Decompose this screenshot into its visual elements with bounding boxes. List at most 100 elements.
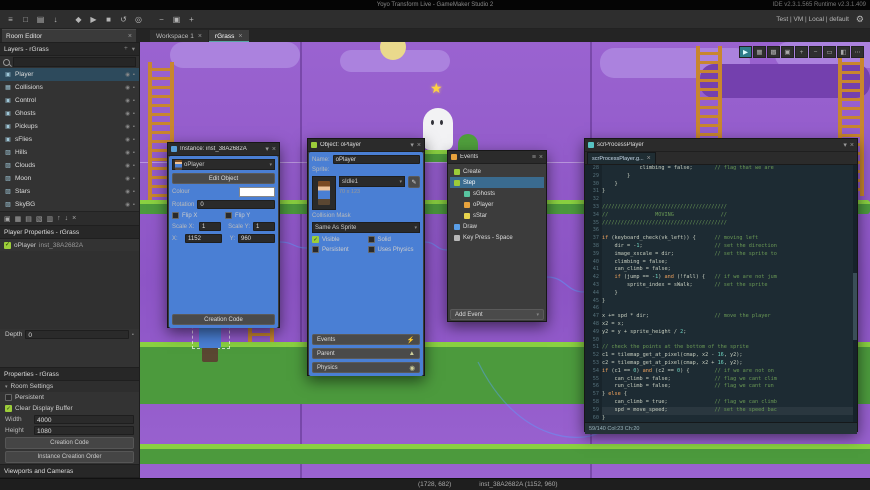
- object-panel-header[interactable]: Object: oPlayer ▾ ×: [308, 139, 424, 152]
- zoom-out-icon[interactable]: −: [809, 46, 822, 58]
- event-item-sghosts[interactable]: sGhosts: [450, 188, 544, 199]
- parent-button[interactable]: Parent ▲: [312, 348, 420, 359]
- visibility-eye-icon[interactable]: ◉: [125, 202, 130, 208]
- grid-icon[interactable]: ▦: [753, 46, 766, 58]
- visibility-eye-icon[interactable]: ◉: [125, 98, 130, 104]
- snap-grid-icon[interactable]: ▩: [767, 46, 780, 58]
- lock-icon[interactable]: ▪: [133, 98, 135, 104]
- solid-checkbox[interactable]: [367, 236, 375, 243]
- edit-object-button[interactable]: Edit Object: [172, 173, 275, 184]
- lock-icon[interactable]: ▪: [133, 111, 135, 117]
- persistent-checkbox[interactable]: [312, 246, 319, 253]
- lock-icon[interactable]: ▪: [133, 163, 135, 169]
- chevron-down-icon[interactable]: ▾: [132, 45, 135, 53]
- event-item-create[interactable]: Create: [450, 166, 544, 177]
- list-icon[interactable]: ≡: [532, 154, 536, 161]
- new-project-icon[interactable]: □: [19, 13, 32, 26]
- close-icon[interactable]: ×: [272, 146, 276, 153]
- visibility-eye-icon[interactable]: ◉: [125, 176, 130, 182]
- sprite-select[interactable]: sIdle1 ▾: [339, 176, 405, 187]
- run-icon[interactable]: ▶: [87, 13, 100, 26]
- physics-button[interactable]: Physics ◉: [312, 362, 420, 373]
- height-field[interactable]: 1080: [34, 426, 134, 435]
- event-item-draw[interactable]: Draw: [450, 221, 544, 232]
- persistent-checkbox[interactable]: [5, 394, 12, 401]
- lock-icon[interactable]: ▪: [133, 176, 135, 182]
- object-name-field[interactable]: oPlayer: [332, 155, 420, 164]
- lock-icon[interactable]: ▪: [133, 150, 135, 156]
- layer-row-clouds[interactable]: ▨ Clouds ◉ ▪: [0, 159, 139, 172]
- visibility-eye-icon[interactable]: ◉: [125, 124, 130, 130]
- event-item-key-press-space[interactable]: Key Press - Space: [450, 232, 544, 243]
- instance-list-item[interactable]: ✓ oPlayer inst_38A2682A: [0, 239, 139, 251]
- zoom-in-icon[interactable]: +: [795, 46, 808, 58]
- x-field[interactable]: 1152: [185, 234, 222, 243]
- add-layer-icon[interactable]: +: [124, 45, 128, 53]
- width-field[interactable]: 4000: [34, 415, 134, 424]
- visibility-eye-icon[interactable]: ◉: [125, 189, 130, 195]
- menu-icon[interactable]: ≡: [4, 13, 17, 26]
- edit-sprite-button[interactable]: ✎: [408, 176, 420, 188]
- lock-icon[interactable]: ▪: [133, 72, 135, 78]
- split-view-icon[interactable]: ◧: [837, 46, 850, 58]
- ghost-sprite[interactable]: [423, 108, 453, 150]
- open-project-icon[interactable]: ▤: [34, 13, 47, 26]
- y-field[interactable]: 960: [238, 234, 275, 243]
- layer-search-input[interactable]: [13, 57, 136, 67]
- layer-row-player[interactable]: ▣ Player ◉ ▪: [0, 68, 139, 81]
- lock-icon[interactable]: ▪: [133, 189, 135, 195]
- zoom-in-icon[interactable]: +: [185, 13, 198, 26]
- layer-row-ghosts[interactable]: ▣ Ghosts ◉ ▪: [0, 107, 139, 120]
- pin-icon[interactable]: ▾: [843, 141, 847, 149]
- event-item-step[interactable]: Step: [450, 177, 544, 188]
- lock-icon[interactable]: ▪: [133, 85, 135, 91]
- scrollbar-thumb[interactable]: [853, 272, 857, 340]
- rotation-field[interactable]: 0: [197, 200, 275, 209]
- tab-room-editor[interactable]: Room Editor ×: [2, 29, 136, 43]
- settings-gear-icon[interactable]: ⚙: [856, 14, 864, 25]
- star-sprite[interactable]: ★: [430, 80, 443, 97]
- event-item-sstar[interactable]: sStar: [450, 210, 544, 221]
- close-icon[interactable]: ×: [128, 33, 132, 40]
- colour-swatch[interactable]: [239, 187, 275, 197]
- visible-checkbox[interactable]: ✓: [312, 236, 319, 243]
- layer-row-pickups[interactable]: ▣ Pickups ◉ ▪: [0, 120, 139, 133]
- close-icon[interactable]: ×: [539, 154, 543, 161]
- uses-physics-checkbox[interactable]: [367, 246, 375, 253]
- depth-field[interactable]: 0: [25, 330, 130, 339]
- object-select[interactable]: oPlayer ▾: [172, 159, 275, 170]
- instance-creation-order-button[interactable]: Instance Creation Order: [5, 451, 134, 463]
- instance-panel-header[interactable]: Instance: inst_38A2682A ▾ ×: [168, 143, 279, 156]
- scale-x-field[interactable]: 1: [199, 222, 221, 231]
- visibility-eye-icon[interactable]: ◉: [125, 163, 130, 169]
- flip-y-checkbox[interactable]: [225, 212, 232, 219]
- layer-view-icon[interactable]: ▣: [781, 46, 794, 58]
- visibility-eye-icon[interactable]: ◉: [125, 111, 130, 117]
- target-icon[interactable]: ◎: [132, 13, 145, 26]
- instance-creation-code-button[interactable]: Creation Code: [172, 314, 275, 325]
- zoom-reset-icon[interactable]: ▣: [170, 13, 183, 26]
- lock-icon[interactable]: ▪: [133, 137, 135, 143]
- clean-icon[interactable]: ↺: [117, 13, 130, 26]
- lock-icon[interactable]: ▪: [133, 124, 135, 130]
- add-folder-icon[interactable]: ▥: [47, 215, 54, 223]
- flip-x-checkbox[interactable]: [172, 212, 179, 219]
- add-background-layer-icon[interactable]: ▧: [36, 215, 43, 223]
- layer-row-stars[interactable]: ▨ Stars ◉ ▪: [0, 185, 139, 198]
- visibility-eye-icon[interactable]: ◉: [125, 150, 130, 156]
- clear-buffer-checkbox[interactable]: ✓: [5, 405, 12, 412]
- more-options-icon[interactable]: ⋯: [851, 46, 864, 58]
- lower-layer-icon[interactable]: ↓: [65, 215, 69, 222]
- layer-row-hills[interactable]: ▨ Hills ◉ ▪: [0, 146, 139, 159]
- layer-row-moon[interactable]: ▨ Moon ◉ ▪: [0, 172, 139, 185]
- add-tile-layer-icon[interactable]: ▦: [15, 215, 22, 223]
- sprite-thumbnail[interactable]: [312, 176, 336, 210]
- close-icon[interactable]: ×: [647, 155, 651, 162]
- layer-row-sflies[interactable]: ▣ sFlies ◉ ▪: [0, 133, 139, 146]
- pin-icon[interactable]: ▾: [265, 145, 269, 153]
- close-icon[interactable]: ×: [238, 33, 242, 40]
- events-panel-header[interactable]: Events ≡ ×: [448, 151, 546, 164]
- close-icon[interactable]: ×: [198, 33, 202, 40]
- scale-y-field[interactable]: 1: [253, 222, 275, 231]
- visibility-eye-icon[interactable]: ◉: [125, 85, 130, 91]
